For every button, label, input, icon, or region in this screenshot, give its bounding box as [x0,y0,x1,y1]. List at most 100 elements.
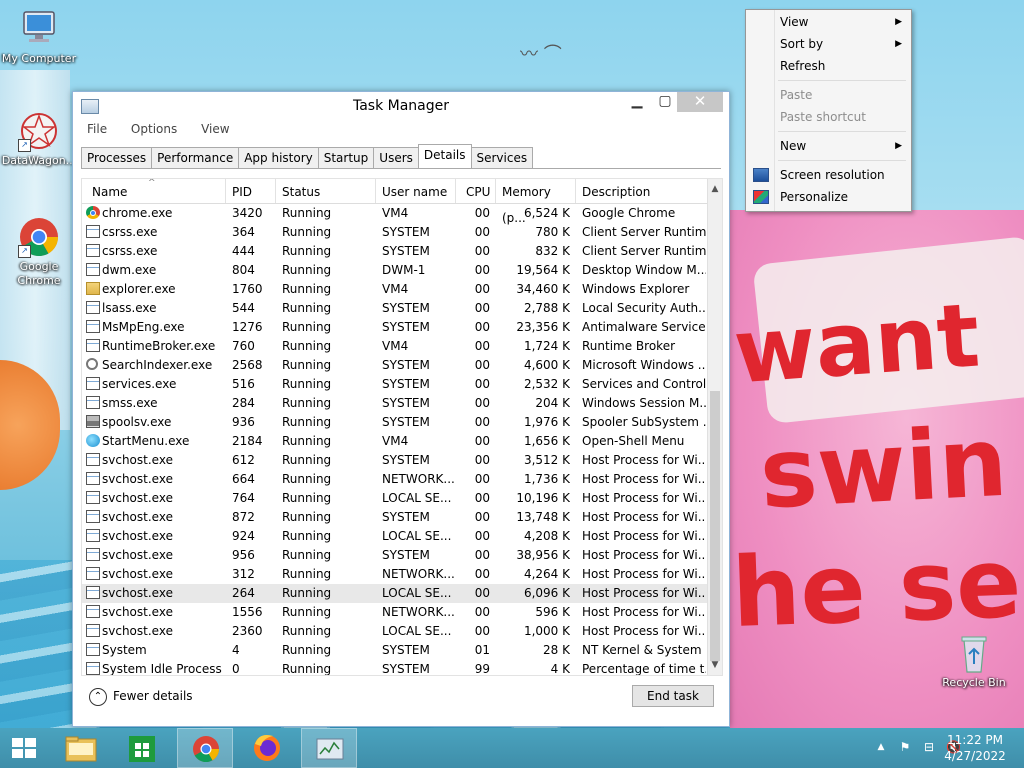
taskbar-file-explorer[interactable] [53,728,109,768]
end-task-button[interactable]: End task [632,685,714,707]
close-button[interactable]: ✕ [677,92,723,112]
taskbar-store[interactable] [114,728,170,768]
table-row[interactable]: csrss.exe 364 Running SYSTEM 00 780 K Client S… [82,223,708,242]
cell-status: Running [282,301,332,315]
scroll-down-icon[interactable]: ▼ [708,657,722,673]
cell-status: Running [282,567,332,581]
table-row[interactable]: StartMenu.exe 2184 Running VM4 00 1,656 K Open… [82,432,708,451]
details-table: Name ^ PID Status User name CPU Memory (… [81,178,723,676]
table-row[interactable]: System Idle Process 0 Running SYSTEM 99 4 K Pe… [82,660,708,676]
table-row[interactable]: svchost.exe 2360 Running LOCAL SE... 00 1,000… [82,622,708,641]
cell-name: svchost.exe [102,567,173,581]
menu-item-new[interactable]: New ▶ [746,135,911,157]
table-row[interactable]: csrss.exe 444 Running SYSTEM 00 832 K Client S… [82,242,708,261]
taskbar-clock[interactable]: 11:22 PM 4/27/2022 [940,732,1010,764]
menu-file[interactable]: File [81,122,107,136]
column-header-status[interactable]: Status [276,179,376,203]
cell-desc: Host Process for Wi... [582,453,706,467]
table-row[interactable]: spoolsv.exe 936 Running SYSTEM 00 1,976 K Spoo… [82,413,708,432]
table-row[interactable]: services.exe 516 Running SYSTEM 00 2,532 K Ser… [82,375,708,394]
cell-pid: 264 [232,586,255,600]
taskbar-chrome[interactable] [177,728,233,768]
tab-processes[interactable]: Processes [81,147,153,168]
taskbar-task-manager[interactable] [301,728,357,768]
cell-mem: 6,524 K [523,206,570,220]
cell-user: VM4 [382,206,409,220]
desktop-icon-datawagon[interactable]: ↗ DataWagon... [1,110,77,168]
cell-status: Running [282,529,332,543]
cell-desc: Windows Session M... [582,396,706,410]
table-row[interactable]: smss.exe 284 Running SYSTEM 00 204 K Windows S… [82,394,708,413]
menu-item-personalize[interactable]: Personalize [746,186,911,208]
menu-item-view[interactable]: View ▶ [746,11,911,33]
title-bar[interactable]: Task Manager ▁ ▢ ✕ [73,92,729,120]
menu-item-sort-by[interactable]: Sort by ▶ [746,33,911,55]
tab-performance[interactable]: Performance [151,147,240,168]
table-row[interactable]: svchost.exe 264 Running LOCAL SE... 00 6,096 … [82,584,708,603]
column-header-name[interactable]: Name ^ [82,179,226,203]
menu-options[interactable]: Options [125,122,177,136]
column-header-user-name[interactable]: User name [376,179,456,203]
table-row[interactable]: svchost.exe 312 Running NETWORK... 00 4,264 K… [82,565,708,584]
table-row[interactable]: svchost.exe 612 Running SYSTEM 00 3,512 K Host… [82,451,708,470]
table-row[interactable]: lsass.exe 544 Running SYSTEM 00 2,788 K Local … [82,299,708,318]
cell-name: svchost.exe [102,548,173,562]
minimize-button[interactable]: ▁ [623,92,651,112]
menu-view[interactable]: View [195,122,229,136]
table-row[interactable]: System 4 Running SYSTEM 01 28 K NT Kernel & Sy… [82,641,708,660]
cell-user: VM4 [382,339,409,353]
tab-app-history[interactable]: App history [238,147,319,168]
table-row[interactable]: chrome.exe 3420 Running VM4 00 6,524 K Google … [82,204,708,223]
cell-user: SYSTEM [382,301,430,315]
cell-name: csrss.exe [102,244,158,258]
desktop-icon-my-computer[interactable]: My Computer [1,8,77,66]
taskbar-firefox[interactable] [239,728,295,768]
vertical-scrollbar[interactable]: ▲ ▼ [707,179,722,675]
table-row[interactable]: dwm.exe 804 Running DWM-1 00 19,564 K Desktop … [82,261,708,280]
table-row[interactable]: explorer.exe 1760 Running VM4 00 34,460 K Wind… [82,280,708,299]
cell-name: explorer.exe [102,282,176,296]
table-row[interactable]: RuntimeBroker.exe 760 Running VM4 00 1,724 K R… [82,337,708,356]
desktop-icon-google-chrome[interactable]: ↗ Google Chrome [1,216,77,288]
table-row[interactable]: svchost.exe 1556 Running NETWORK... 00 596 K H… [82,603,708,622]
column-header-cpu[interactable]: CPU [456,179,496,203]
column-header-memory[interactable]: Memory (p... [496,179,576,225]
table-row[interactable]: MsMpEng.exe 1276 Running SYSTEM 00 23,356 K An… [82,318,708,337]
tab-services[interactable]: Services [470,147,534,168]
tab-startup[interactable]: Startup [317,147,375,168]
table-row[interactable]: svchost.exe 764 Running LOCAL SE... 00 10,196… [82,489,708,508]
menu-item-refresh[interactable]: Refresh [746,55,911,77]
menu-separator [778,131,906,132]
recycle-bin-icon [953,632,995,674]
cell-mem: 4 K [550,662,570,676]
start-button[interactable] [0,728,56,768]
menu-item-screen-resolution[interactable]: Screen resolution [746,164,911,186]
cell-desc: NT Kernel & System [582,643,702,657]
scroll-up-icon[interactable]: ▲ [708,181,722,197]
windows-logo-icon [12,738,36,758]
show-hidden-icons-icon[interactable]: ▲ [874,740,888,754]
cell-desc: Host Process for Wi... [582,624,706,638]
cell-cpu: 00 [474,491,490,505]
fewer-details-button[interactable]: ⌃ Fewer details [89,686,193,706]
action-center-flag-icon[interactable]: ⚑ [898,740,912,754]
menu-item-paste-shortcut[interactable]: Paste shortcut [746,106,911,128]
network-icon[interactable]: ⊟ [922,740,936,754]
desktop-icon-label: Recycle Bin [942,676,1006,689]
cell-desc: Host Process for Wi... [582,472,706,486]
menu-item-paste[interactable]: Paste [746,84,911,106]
tab-users[interactable]: Users [373,147,419,168]
cell-user: SYSTEM [382,377,430,391]
desktop-icon-recycle-bin[interactable]: Recycle Bin [936,632,1012,690]
table-row[interactable]: SearchIndexer.exe 2568 Running SYSTEM 00 4,60… [82,356,708,375]
column-header-pid[interactable]: PID [226,179,276,203]
table-row[interactable]: svchost.exe 664 Running NETWORK... 00 1,736 K… [82,470,708,489]
column-header-description[interactable]: Description [576,179,708,203]
maximize-button[interactable]: ▢ [651,92,679,112]
table-row[interactable]: svchost.exe 924 Running LOCAL SE... 00 4,208 … [82,527,708,546]
cell-mem: 1,656 K [523,434,570,448]
tab-details[interactable]: Details [417,144,472,168]
table-row[interactable]: svchost.exe 956 Running SYSTEM 00 38,956 K Hos… [82,546,708,565]
scrollbar-thumb[interactable] [710,391,720,661]
table-row[interactable]: svchost.exe 872 Running SYSTEM 00 13,748 K Hos… [82,508,708,527]
